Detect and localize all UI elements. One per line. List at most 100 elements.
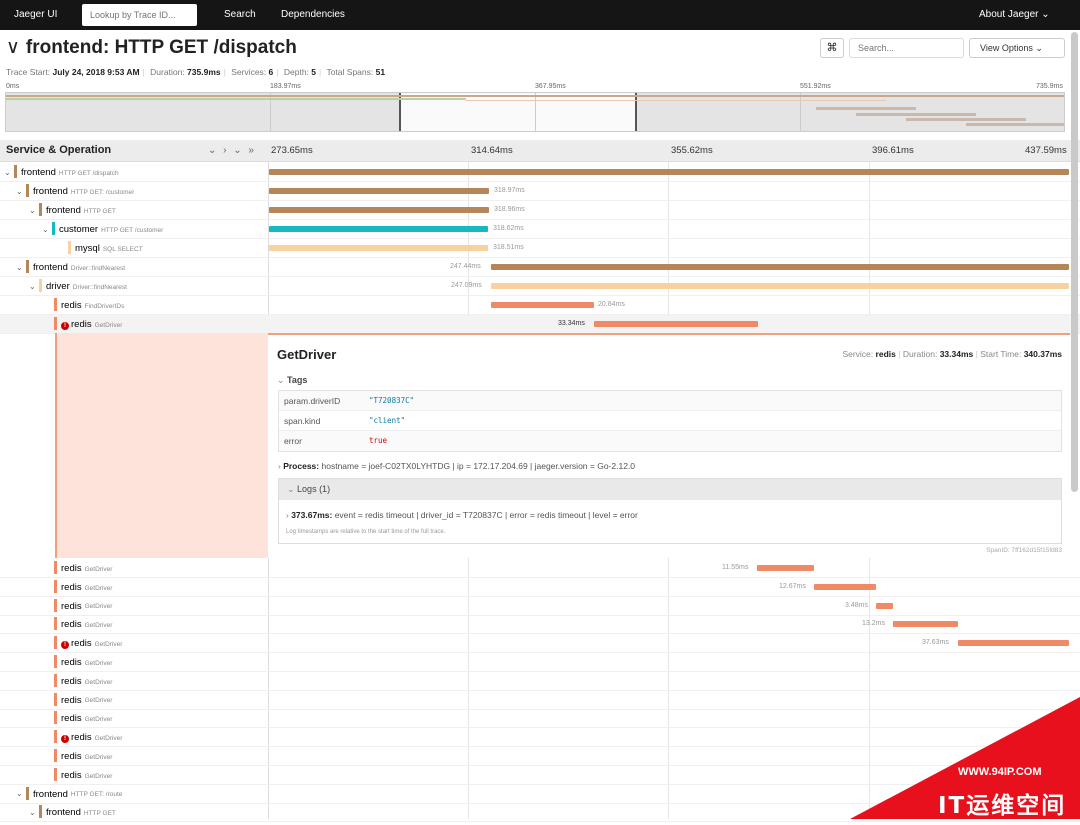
chevron-down-icon[interactable]: ⌄: [29, 282, 39, 291]
view-options-dropdown[interactable]: View Options ⌄: [969, 38, 1065, 58]
chevron-down-icon[interactable]: ⌄: [42, 225, 52, 234]
trace-minimap[interactable]: [5, 92, 1065, 132]
collapse-icon[interactable]: ∨: [6, 36, 20, 59]
tags-header: Tags: [287, 375, 308, 385]
minimap-right-handle[interactable]: [635, 93, 637, 131]
process-toggle[interactable]: › Process: hostname = joef-C02TX0LYHTDG …: [278, 461, 635, 471]
span-row[interactable]: ⌄ frontend HTTP GET: /customer 318.97ms: [0, 182, 1080, 201]
span-duration: 20.84ms: [598, 301, 625, 308]
span-operation: HTTP GET: /customer: [70, 188, 135, 196]
span-service: redis: [71, 318, 92, 330]
timeline-tick: 437.59ms: [1025, 145, 1067, 156]
span-row[interactable]: redis GetDriver: [0, 747, 1080, 766]
span-bar[interactable]: [814, 583, 876, 590]
span-duration: 318.97ms: [494, 187, 525, 194]
span-service: frontend: [46, 204, 81, 216]
span-service: mysql: [75, 242, 100, 254]
span-duration: 12.67ms: [779, 582, 806, 590]
chevron-down-icon[interactable]: ⌄: [16, 789, 26, 798]
service-color-bar: [26, 786, 29, 800]
span-operation: SQL SELECT: [102, 245, 143, 253]
span-search-input[interactable]: [849, 38, 964, 58]
logs-toggle[interactable]: ⌄ Logs (1): [279, 479, 1061, 500]
span-bar[interactable]: [269, 188, 489, 194]
span-row[interactable]: redis GetDriver 13.2ms: [0, 615, 1080, 635]
span-row-selected[interactable]: ! redis GetDriver 33.34ms: [0, 315, 1080, 334]
tag-key: span.kind: [284, 416, 321, 426]
minimap-tick: 551.92ms: [800, 83, 831, 90]
span-service: redis: [61, 750, 82, 762]
span-bar[interactable]: [757, 565, 814, 571]
span-row[interactable]: ⌄ frontend HTTP GET 318.96ms: [0, 201, 1080, 220]
span-bar[interactable]: [269, 207, 489, 213]
span-row[interactable]: ⌄ customer HTTP GET /customer 318.62ms: [0, 220, 1080, 239]
about-jaeger-menu[interactable]: About Jaeger ⌄: [979, 9, 1050, 20]
span-duration: 37.63ms: [922, 639, 949, 647]
span-row[interactable]: redis GetDriver 11.55ms: [0, 559, 1080, 578]
chevron-down-icon[interactable]: ⌄: [16, 187, 26, 196]
span-row[interactable]: redis GetDriver: [0, 709, 1080, 729]
service-color-bar: [54, 692, 57, 706]
chevron-down-icon[interactable]: ⌄: [4, 168, 14, 177]
span-row[interactable]: redis GetDriver: [0, 653, 1080, 672]
nav-dependencies-link[interactable]: Dependencies: [281, 9, 345, 20]
span-row[interactable]: redis GetDriver 12.67ms: [0, 578, 1080, 597]
log-entry[interactable]: › 373.67ms: event = redis timeout | driv…: [286, 510, 638, 520]
span-row[interactable]: mysql SQL SELECT 318.51ms: [0, 239, 1080, 258]
chevron-down-icon[interactable]: ⌄: [29, 206, 39, 215]
service-color-bar: [54, 730, 57, 744]
span-id: SpanID: 7ff162d15f15fd83: [986, 547, 1062, 554]
span-bar[interactable]: [491, 302, 594, 308]
services-label: Services:: [231, 67, 267, 77]
span-row[interactable]: redis FindDriverIDs 20.84ms: [0, 296, 1080, 315]
trace-meta: Trace Start: July 24, 2018 9:53 AM | Dura…: [6, 67, 386, 77]
span-row[interactable]: redis GetDriver: [0, 672, 1080, 691]
span-detail-body: GetDriver Service: redis | Duration: 33.…: [268, 333, 1070, 558]
span-bar[interactable]: [491, 264, 1069, 270]
span-bar[interactable]: [958, 640, 1069, 647]
detail-service: redis: [875, 349, 896, 359]
span-row[interactable]: redis GetDriver: [0, 766, 1080, 785]
span-bar[interactable]: [269, 169, 1069, 175]
span-operation: GetDriver: [84, 697, 113, 705]
span-row[interactable]: ! redis GetDriver: [0, 728, 1080, 748]
tags-toggle[interactable]: ⌄ Tags: [277, 375, 307, 386]
trace-header: ∨frontend: HTTP GET /dispatch ⌘ View Opt…: [0, 30, 1080, 80]
span-row[interactable]: ! redis GetDriver 37.63ms: [0, 634, 1080, 654]
span-bar[interactable]: [876, 602, 893, 609]
brand-link[interactable]: Jaeger UI: [14, 9, 57, 20]
span-bar[interactable]: [269, 245, 488, 251]
span-row[interactable]: redis GetDriver: [0, 691, 1080, 710]
service-color-bar: [54, 598, 57, 612]
span-name[interactable]: ⌄ frontend HTTP GET: [29, 805, 116, 825]
span-row[interactable]: ⌄ frontend HTTP GET /dispatch: [0, 163, 1080, 182]
chevron-down-icon[interactable]: ⌄: [16, 263, 26, 272]
scrollbar[interactable]: [1071, 32, 1078, 492]
trace-title[interactable]: ∨ frontend: HTTP GET /dispatch: [6, 36, 297, 59]
chevron-down-icon[interactable]: ⌄: [29, 808, 39, 817]
keyboard-shortcuts-button[interactable]: ⌘: [820, 38, 844, 58]
error-icon: !: [61, 321, 69, 330]
span-duration: 247.44ms: [450, 263, 481, 270]
span-row[interactable]: redis GetDriver 3.48ms: [0, 597, 1080, 616]
depth-label: Depth:: [283, 67, 309, 77]
error-icon: !: [61, 641, 69, 650]
service-color-bar: [54, 561, 57, 574]
span-bar[interactable]: [893, 621, 958, 628]
span-duration: 318.51ms: [493, 244, 524, 251]
span-bar[interactable]: [491, 283, 1069, 289]
span-row[interactable]: ⌄ frontend Driver::findNearest 247.44ms: [0, 258, 1080, 277]
span-row[interactable]: ⌄ driver Driver::findNearest 247.09ms: [0, 277, 1080, 296]
span-bar[interactable]: [269, 226, 488, 232]
expand-collapse-controls[interactable]: ⌄ › ⌄ »: [208, 145, 256, 156]
span-service: frontend: [46, 807, 81, 819]
trace-id-lookup-input[interactable]: [82, 4, 197, 26]
detail-start: 340.37ms: [1023, 349, 1062, 359]
trace-services: 6: [268, 67, 274, 77]
watermark-url: WWW.94IP.COM: [958, 766, 1042, 778]
span-bar[interactable]: [594, 321, 758, 327]
span-operation: GetDriver: [84, 716, 113, 724]
span-detail-gutter: [55, 333, 268, 558]
nav-search-link[interactable]: Search: [224, 9, 256, 20]
span-duration: 33.34ms: [558, 320, 585, 327]
